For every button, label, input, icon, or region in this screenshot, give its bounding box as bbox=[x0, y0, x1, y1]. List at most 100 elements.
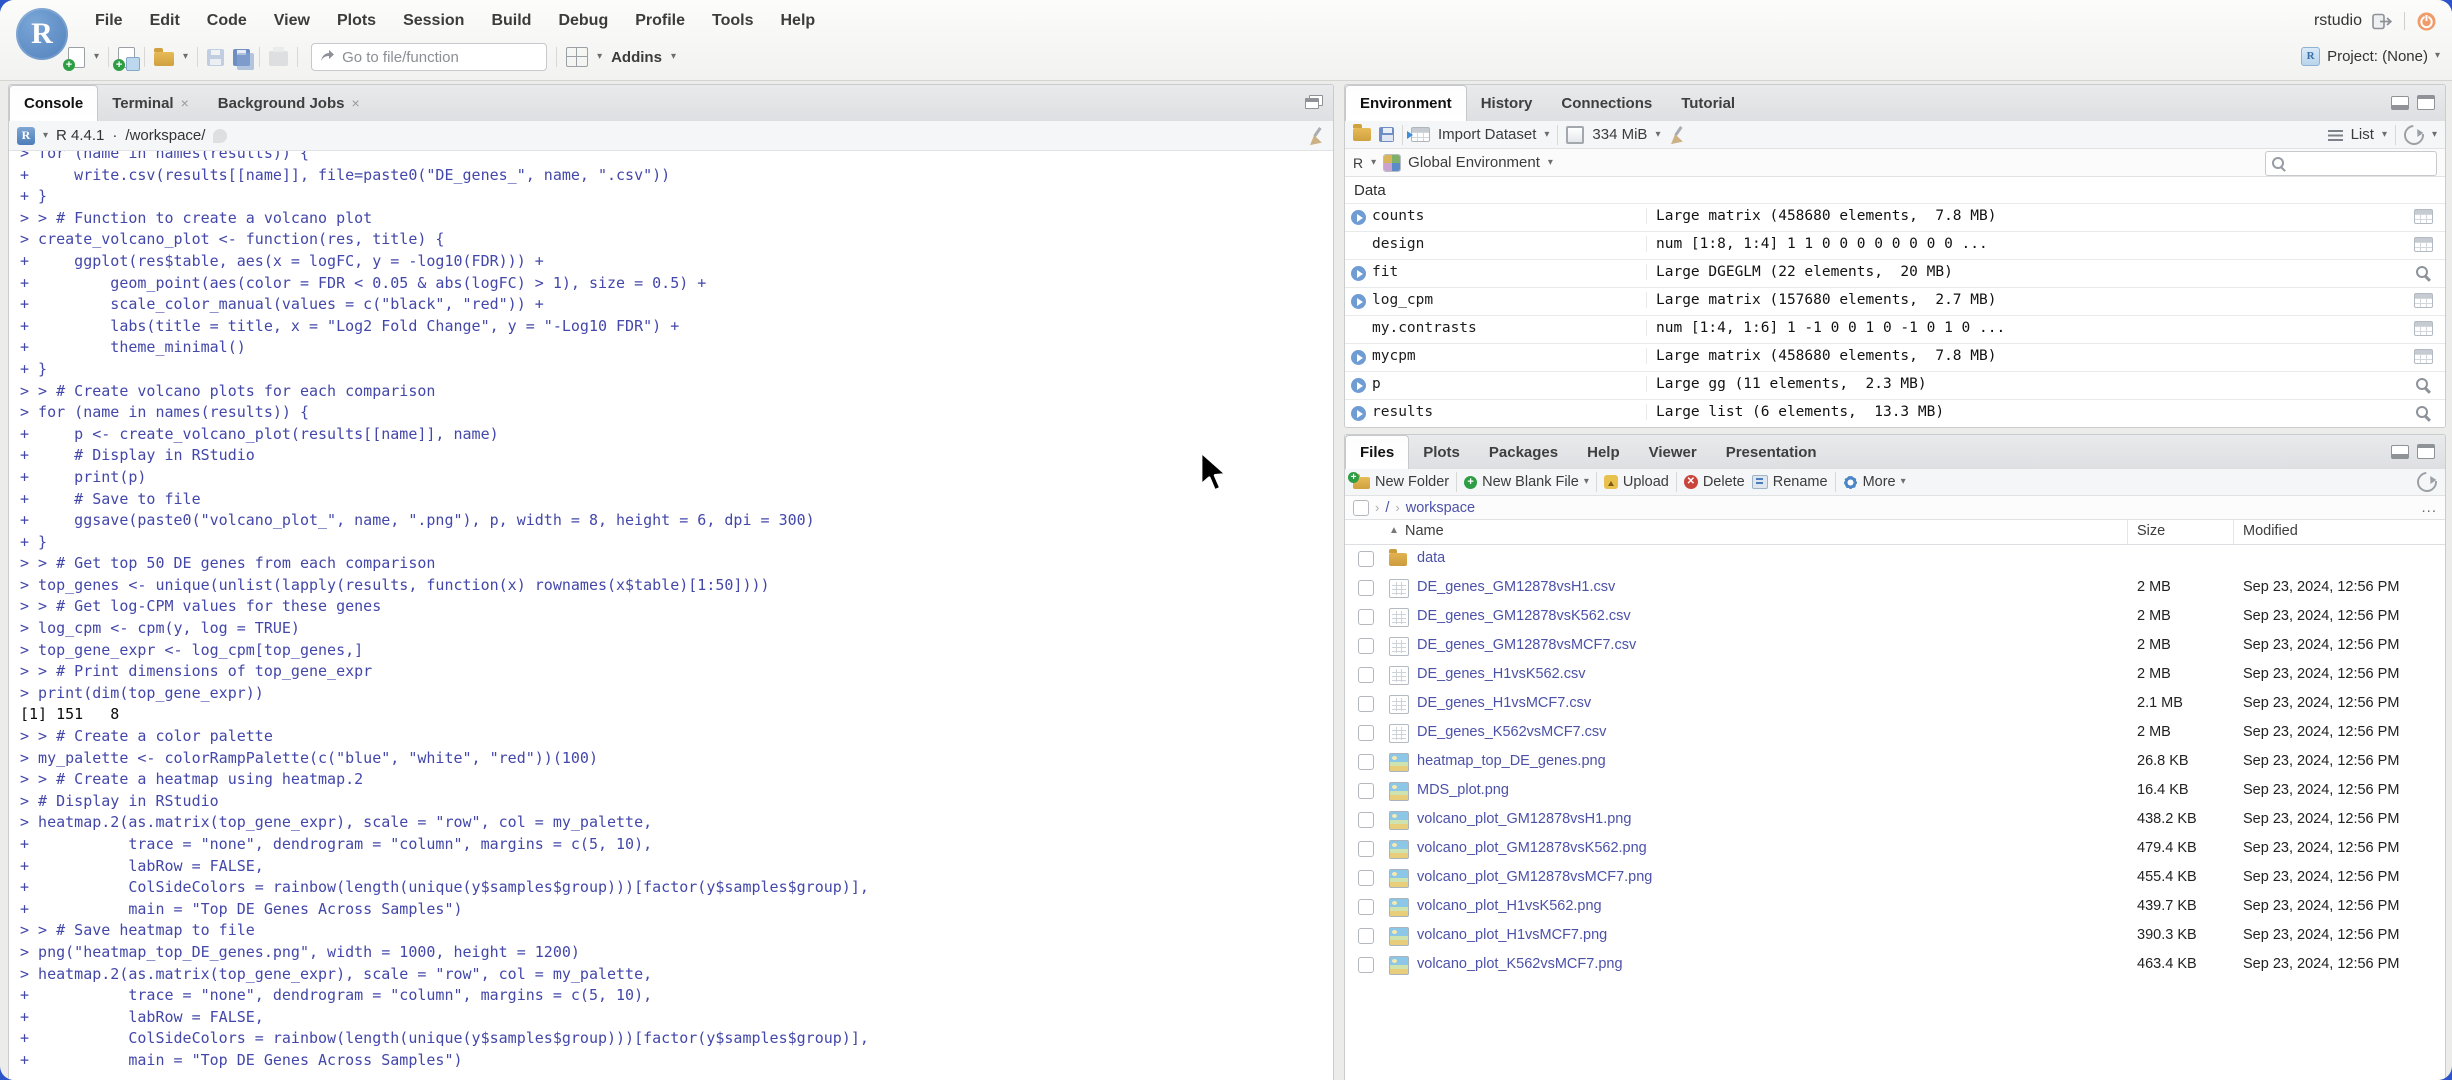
maximize-pane-icon[interactable] bbox=[2417, 444, 2435, 459]
file-row[interactable]: data bbox=[1345, 545, 2445, 574]
file-name-link[interactable]: volcano_plot_GM12878vsMCF7.png bbox=[1417, 869, 1652, 885]
more-button[interactable]: More ▾ bbox=[1842, 474, 1906, 490]
file-name-link[interactable]: DE_genes_H1vsMCF7.csv bbox=[1417, 695, 1591, 711]
console-output[interactable]: > for (name in names(results)) {+ write.… bbox=[9, 151, 1333, 1080]
object-view-icon[interactable] bbox=[2414, 237, 2433, 253]
rename-button[interactable]: Rename bbox=[1751, 474, 1828, 490]
menu-item[interactable]: Debug bbox=[558, 12, 608, 30]
file-name-link[interactable]: DE_genes_H1vsK562.csv bbox=[1417, 666, 1585, 682]
sign-out-icon[interactable] bbox=[2372, 13, 2394, 30]
console-tab[interactable]: Background Jobs × bbox=[204, 85, 375, 121]
language-selector[interactable]: R bbox=[1353, 155, 1363, 171]
language-caret[interactable]: ▾ bbox=[1371, 157, 1376, 168]
file-row[interactable]: volcano_plot_GM12878vsMCF7.png 455.4 KB … bbox=[1345, 864, 2445, 893]
path-ellipsis-button[interactable]: ... bbox=[2421, 499, 2437, 516]
menu-item[interactable]: File bbox=[95, 12, 123, 30]
menu-item[interactable]: Session bbox=[403, 12, 464, 30]
file-checkbox[interactable] bbox=[1358, 667, 1374, 683]
new-file-icon[interactable]: + bbox=[63, 46, 85, 71]
environment-object-row[interactable]: mycpm Large matrix (458680 elements, 7.8… bbox=[1345, 343, 2445, 371]
expand-object-icon[interactable] bbox=[1351, 210, 1366, 225]
list-view-caret[interactable]: ▾ bbox=[2382, 129, 2387, 140]
pane-layout-icon[interactable] bbox=[566, 47, 589, 67]
file-name-link[interactable]: volcano_plot_GM12878vsK562.png bbox=[1417, 840, 1647, 856]
environment-object-row[interactable]: fit Large DGEGLM (22 elements, 20 MB) bbox=[1345, 259, 2445, 287]
delete-button[interactable]: ✕ Delete bbox=[1683, 474, 1745, 490]
file-checkbox[interactable] bbox=[1358, 841, 1374, 857]
environment-object-row[interactable]: p Large gg (11 elements, 2.3 MB) bbox=[1345, 371, 2445, 399]
new-project-icon[interactable]: + bbox=[113, 46, 141, 71]
file-row[interactable]: heatmap_top_DE_genes.png 26.8 KB Sep 23,… bbox=[1345, 748, 2445, 777]
pane-layout-caret[interactable]: ▾ bbox=[597, 52, 602, 62]
new-blank-file-button[interactable]: + New Blank File ▾ bbox=[1464, 474, 1589, 490]
files-tab[interactable]: Presentation bbox=[1712, 435, 1832, 469]
environment-object-row[interactable]: log_cpm Large matrix (157680 elements, 2… bbox=[1345, 287, 2445, 315]
scope-caret[interactable]: ▾ bbox=[1548, 157, 1553, 168]
file-name-link[interactable]: volcano_plot_H1vsMCF7.png bbox=[1417, 927, 1607, 943]
files-tab[interactable]: Viewer bbox=[1635, 435, 1712, 469]
environment-tab[interactable]: Environment bbox=[1345, 85, 1467, 122]
maximize-pane-icon[interactable] bbox=[1305, 95, 1323, 109]
column-name[interactable]: Name bbox=[1405, 523, 1444, 539]
r-session-icon[interactable]: R bbox=[17, 126, 35, 145]
object-view-icon[interactable] bbox=[2414, 209, 2433, 225]
file-checkbox[interactable] bbox=[1358, 580, 1374, 596]
file-name-link[interactable]: volcano_plot_GM12878vsH1.png bbox=[1417, 811, 1631, 827]
list-view-button[interactable]: List bbox=[2351, 126, 2374, 143]
refresh-files-icon[interactable] bbox=[2412, 467, 2442, 497]
close-tab-icon[interactable]: × bbox=[351, 95, 359, 111]
clear-objects-icon[interactable] bbox=[1668, 126, 1686, 144]
file-row[interactable]: volcano_plot_K562vsMCF7.png 463.4 KB Sep… bbox=[1345, 951, 2445, 980]
file-row[interactable]: volcano_plot_GM12878vsK562.png 479.4 KB … bbox=[1345, 835, 2445, 864]
menu-item[interactable]: Tools bbox=[712, 12, 753, 30]
file-row[interactable]: DE_genes_GM12878vsH1.csv 2 MB Sep 23, 20… bbox=[1345, 574, 2445, 603]
open-file-icon[interactable] bbox=[154, 48, 175, 66]
file-row[interactable]: DE_genes_H1vsK562.csv 2 MB Sep 23, 2024,… bbox=[1345, 661, 2445, 690]
file-row[interactable]: volcano_plot_GM12878vsH1.png 438.2 KB Se… bbox=[1345, 806, 2445, 835]
menu-item[interactable]: Profile bbox=[635, 12, 685, 30]
file-checkbox[interactable] bbox=[1358, 899, 1374, 915]
expand-object-icon[interactable] bbox=[1351, 294, 1366, 309]
file-checkbox[interactable] bbox=[1358, 754, 1374, 770]
file-checkbox[interactable] bbox=[1358, 638, 1374, 654]
file-row[interactable]: volcano_plot_H1vsMCF7.png 390.3 KB Sep 2… bbox=[1345, 922, 2445, 951]
project-selector[interactable]: R Project: (None) ▾ bbox=[2301, 44, 2440, 68]
console-tab[interactable]: Terminal × bbox=[98, 85, 204, 121]
file-checkbox[interactable] bbox=[1358, 870, 1374, 886]
menu-item[interactable]: Plots bbox=[337, 12, 376, 30]
files-tab[interactable]: Packages bbox=[1475, 435, 1573, 469]
file-name-link[interactable]: volcano_plot_H1vsK562.png bbox=[1417, 898, 1602, 914]
file-name-link[interactable]: DE_genes_GM12878vsMCF7.csv bbox=[1417, 637, 1636, 653]
file-checkbox[interactable] bbox=[1358, 957, 1374, 973]
goto-file-input[interactable] bbox=[311, 43, 548, 71]
print-icon[interactable] bbox=[269, 46, 289, 66]
upload-button[interactable]: Upload bbox=[1603, 474, 1669, 490]
environment-object-row[interactable]: counts Large matrix (458680 elements, 7.… bbox=[1345, 203, 2445, 231]
refresh-environment-icon[interactable] bbox=[2399, 120, 2429, 149]
import-dataset-button[interactable]: Import Dataset bbox=[1438, 126, 1536, 143]
menu-item[interactable]: Build bbox=[491, 12, 531, 30]
file-row[interactable]: MDS_plot.png 16.4 KB Sep 23, 2024, 12:56… bbox=[1345, 777, 2445, 806]
file-name-link[interactable]: DE_genes_K562vsMCF7.csv bbox=[1417, 724, 1606, 740]
r-session-caret[interactable]: ▾ bbox=[43, 130, 48, 141]
file-checkbox[interactable] bbox=[1358, 609, 1374, 625]
column-modified[interactable]: Modified bbox=[2243, 523, 2298, 539]
column-size[interactable]: Size bbox=[2137, 523, 2165, 539]
save-icon[interactable] bbox=[207, 48, 225, 66]
expand-object-icon[interactable] bbox=[1351, 350, 1366, 365]
environment-tab[interactable]: Tutorial bbox=[1667, 85, 1750, 121]
sort-asc-icon[interactable]: ▲ bbox=[1389, 525, 1399, 536]
save-workspace-icon[interactable] bbox=[1379, 127, 1394, 142]
object-view-icon[interactable] bbox=[2414, 405, 2433, 421]
minimize-pane-icon[interactable] bbox=[2391, 95, 2409, 110]
new-file-dropdown-caret[interactable]: ▾ bbox=[94, 52, 99, 62]
working-directory-label[interactable]: /workspace/ bbox=[125, 127, 205, 144]
object-view-icon[interactable] bbox=[2414, 377, 2433, 393]
save-all-icon[interactable] bbox=[233, 48, 255, 70]
quit-session-icon[interactable] bbox=[2415, 10, 2438, 33]
open-file-dropdown-caret[interactable]: ▾ bbox=[183, 52, 188, 62]
environment-object-row[interactable]: results Large list (6 elements, 13.3 MB) bbox=[1345, 399, 2445, 427]
clear-console-icon[interactable] bbox=[1307, 127, 1325, 145]
object-view-icon[interactable] bbox=[2414, 349, 2433, 365]
files-tab[interactable]: Help bbox=[1573, 435, 1635, 469]
